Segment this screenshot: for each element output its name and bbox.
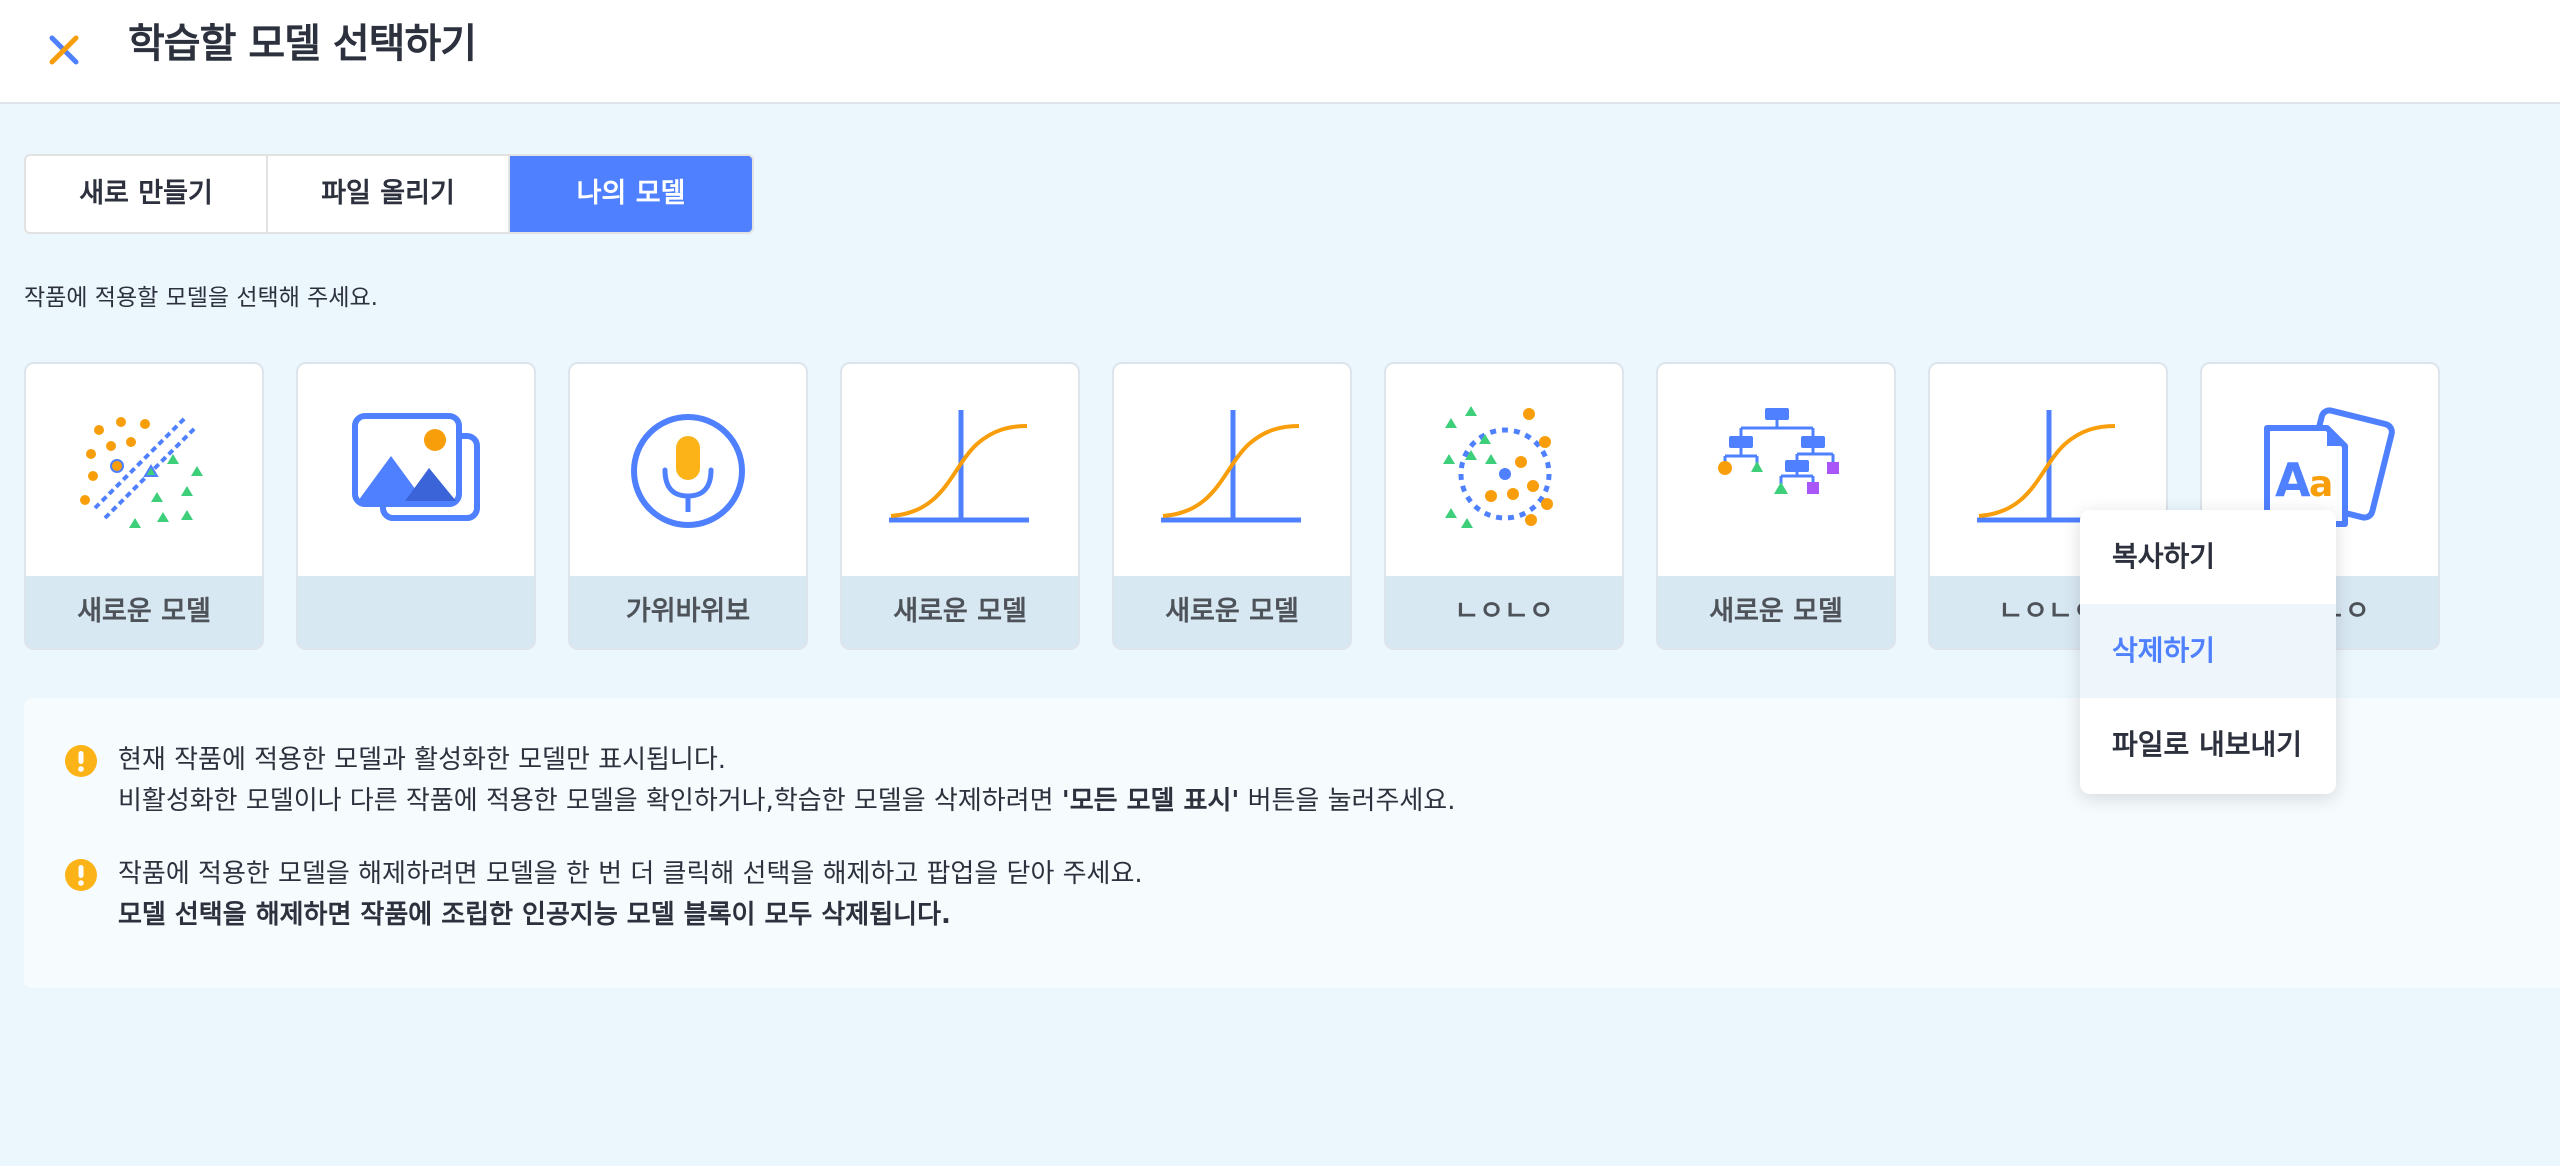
tab-upload-file[interactable]: 파일 올리기 — [268, 156, 510, 232]
notice-line: 현재 작품에 적용한 모델과 활성화한 모델만 표시됩니다. — [118, 745, 727, 775]
page-title: 학습할 모델 선택하기 — [128, 21, 477, 67]
model-card-label: 가위바위보 — [570, 576, 806, 648]
model-card-label: 새로운 모델 — [842, 576, 1078, 648]
classification-scatter-icon — [80, 416, 203, 528]
model-card-label — [298, 576, 534, 648]
svg-text:a: a — [2309, 464, 2333, 505]
notice-item: 작품에 적용한 모델을 해제하려면 모델을 한 번 더 클릭해 선택을 해제하고… — [64, 854, 1143, 936]
notice-line-bold: 모델 선택을 해제하면 작품에 조립한 인공지능 모델 블록이 모두 삭제됩니다… — [118, 900, 951, 930]
tab-create-new[interactable]: 새로 만들기 — [26, 156, 268, 232]
warning-icon — [65, 745, 97, 777]
notice-line: 비활성화한 모델이나 다른 작품에 적용한 모델을 확인하거나,학습한 모델을 … — [118, 786, 1456, 816]
notice-item: 현재 작품에 적용한 모델과 활성화한 모델만 표시됩니다. 비활성화한 모델이… — [64, 740, 1455, 822]
close-button[interactable] — [40, 26, 88, 74]
decision-tree-icon — [1718, 408, 1839, 494]
header: 학습할 모델 선택하기 — [0, 0, 2560, 104]
model-card-label: 새로운 모델 — [1114, 576, 1350, 648]
tab-bar: 새로 만들기 파일 올리기 나의 모델 — [24, 154, 754, 234]
model-card[interactable]: 새로운 모델 — [840, 362, 1080, 650]
tab-my-models[interactable]: 나의 모델 — [510, 156, 752, 232]
model-card-label: 새로운 모델 — [26, 576, 262, 648]
model-card[interactable]: 새로운 모델 — [24, 362, 264, 650]
warning-icon — [65, 859, 97, 891]
model-card-label: ㄴㅇㄴㅇ — [1386, 576, 1622, 648]
svg-text:A: A — [2275, 453, 2311, 507]
microphone-icon — [631, 414, 745, 528]
instruction-text: 작품에 적용할 모델을 선택해 주세요. — [24, 285, 378, 311]
model-card[interactable]: 새로운 모델 — [1112, 362, 1352, 650]
regression-curve-icon — [889, 410, 1029, 523]
model-card-list: 새로운 모델 가위바위보 새로운 모델 새로운 모델 ㄴㅇㄴㅇ 새로운 모델 ㄴ… — [24, 362, 2440, 650]
model-card[interactable]: 가위바위보 — [568, 362, 808, 650]
model-card[interactable] — [296, 362, 536, 650]
menu-item-copy[interactable]: 복사하기 — [2080, 510, 2336, 604]
model-card-label: 새로운 모델 — [1658, 576, 1894, 648]
clustering-icon — [1443, 406, 1553, 528]
model-card[interactable]: ㄴㅇㄴㅇ — [1384, 362, 1624, 650]
context-menu: 복사하기 삭제하기 파일로 내보내기 — [2080, 510, 2336, 794]
image-icon — [352, 413, 480, 521]
close-x-icon — [49, 35, 79, 65]
notice-line: 작품에 적용한 모델을 해제하려면 모델을 한 번 더 클릭해 선택을 해제하고… — [118, 859, 1143, 889]
model-card[interactable]: 새로운 모델 — [1656, 362, 1896, 650]
regression-curve-icon — [1161, 410, 1301, 523]
menu-item-export-file[interactable]: 파일로 내보내기 — [2080, 698, 2336, 792]
menu-item-delete[interactable]: 삭제하기 — [2080, 604, 2336, 698]
